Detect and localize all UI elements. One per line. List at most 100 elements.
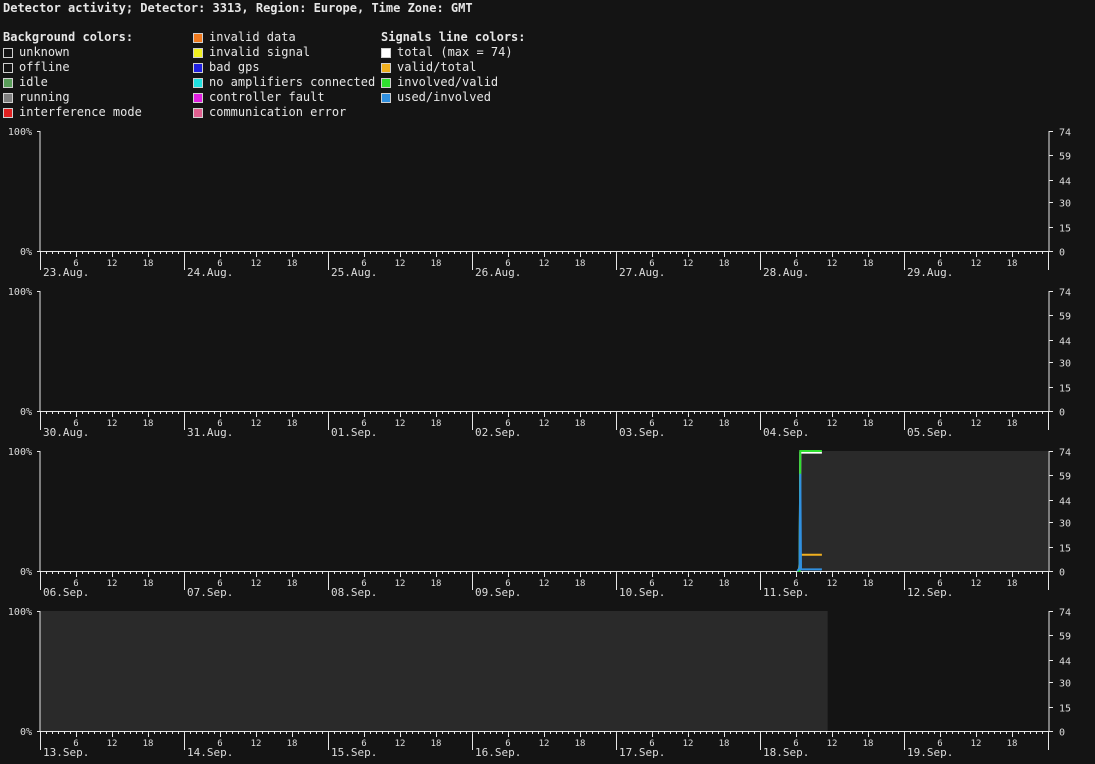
right-axis-label: 15: [1059, 224, 1071, 235]
hour-label: 12: [683, 419, 694, 429]
day-label: 01.Sep.: [331, 426, 377, 439]
hour-label: 12: [107, 419, 118, 429]
hour-label: 12: [251, 739, 262, 749]
right-axis-label: 30: [1059, 359, 1071, 370]
hour-label: 12: [971, 259, 982, 269]
hour-label: 12: [539, 259, 550, 269]
day-label: 23.Aug.: [43, 266, 89, 279]
hour-label: 12: [395, 739, 406, 749]
day-label: 19.Sep.: [907, 746, 953, 759]
hour-label: 12: [683, 739, 694, 749]
hour-label: 12: [107, 259, 118, 269]
right-axis-label: 0: [1059, 248, 1065, 259]
hour-label: 12: [395, 419, 406, 429]
right-axis-label: 0: [1059, 728, 1065, 739]
hour-label: 12: [107, 739, 118, 749]
chart-panel-1: 100%0%745944301506 12 1823.Aug.6 12 1824.Aug…: [8, 127, 1071, 279]
right-axis-label: 74: [1059, 448, 1071, 459]
chart-panel-3: 100%0%745944301506 12 1806.Sep.6 12 1807.Sep…: [8, 447, 1071, 599]
hour-label: 12: [395, 259, 406, 269]
right-axis-label: 59: [1059, 472, 1071, 483]
right-axis-label: 59: [1059, 632, 1071, 643]
right-axis-label: 74: [1059, 128, 1071, 139]
day-label: 14.Sep.: [187, 746, 233, 759]
day-label: 13.Sep.: [43, 746, 89, 759]
right-axis-label: 59: [1059, 312, 1071, 323]
hour-label: 12: [971, 579, 982, 589]
day-label: 02.Sep.: [475, 426, 521, 439]
hour-label: 12: [251, 259, 262, 269]
hour-label: 18: [863, 579, 874, 589]
hour-label: 12: [827, 739, 838, 749]
hour-label: 18: [575, 739, 586, 749]
left-axis-label: 0%: [20, 247, 32, 258]
right-axis-label: 44: [1059, 657, 1071, 668]
day-label: 24.Aug.: [187, 266, 233, 279]
hour-label: 18: [143, 259, 154, 269]
hour-label: 18: [143, 419, 154, 429]
hour-label: 18: [1007, 419, 1018, 429]
hour-label: 18: [863, 739, 874, 749]
day-label: 11.Sep.: [763, 586, 809, 599]
no-data-band: [800, 451, 1048, 571]
right-axis-label: 59: [1059, 152, 1071, 163]
hour-label: 18: [719, 739, 730, 749]
hour-label: 12: [539, 419, 550, 429]
right-axis-label: 0: [1059, 408, 1065, 419]
right-axis-label: 15: [1059, 544, 1071, 555]
day-label: 15.Sep.: [331, 746, 377, 759]
hour-label: 18: [143, 739, 154, 749]
hour-label: 12: [827, 419, 838, 429]
right-axis-label: 44: [1059, 497, 1071, 508]
day-label: 10.Sep.: [619, 586, 665, 599]
hour-label: 18: [287, 579, 298, 589]
day-label: 31.Aug.: [187, 426, 233, 439]
right-axis-label: 0: [1059, 568, 1065, 579]
hour-label: 18: [1007, 579, 1018, 589]
hour-label: 18: [143, 579, 154, 589]
day-label: 09.Sep.: [475, 586, 521, 599]
hour-label: 18: [575, 419, 586, 429]
right-axis-label: 74: [1059, 288, 1071, 299]
right-axis-label: 30: [1059, 679, 1071, 690]
day-label: 06.Sep.: [43, 586, 89, 599]
hour-label: 18: [575, 259, 586, 269]
hour-label: 18: [863, 419, 874, 429]
hour-label: 12: [971, 739, 982, 749]
hour-label: 12: [251, 419, 262, 429]
day-label: 28.Aug.: [763, 266, 809, 279]
hour-label: 12: [395, 579, 406, 589]
day-label: 05.Sep.: [907, 426, 953, 439]
hour-label: 12: [971, 419, 982, 429]
day-label: 29.Aug.: [907, 266, 953, 279]
hour-label: 18: [1007, 259, 1018, 269]
activity-charts: 100%0%745944301506 12 1823.Aug.6 12 1824.Aug…: [8, 127, 1071, 759]
hour-label: 12: [107, 579, 118, 589]
hour-label: 18: [863, 259, 874, 269]
chart-panel-4: 100%0%745944301506 12 1813.Sep.6 12 1814.Sep…: [8, 607, 1071, 759]
right-axis-label: 15: [1059, 384, 1071, 395]
hour-label: 12: [827, 579, 838, 589]
hour-label: 12: [827, 259, 838, 269]
right-axis-label: 44: [1059, 337, 1071, 348]
hour-label: 18: [719, 259, 730, 269]
hour-label: 18: [1007, 739, 1018, 749]
left-axis-label: 100%: [8, 127, 32, 138]
left-axis-label: 100%: [8, 447, 32, 458]
hour-label: 12: [539, 579, 550, 589]
day-label: 04.Sep.: [763, 426, 809, 439]
hour-label: 18: [719, 419, 730, 429]
day-label: 12.Sep.: [907, 586, 953, 599]
right-axis-label: 30: [1059, 199, 1071, 210]
day-label: 17.Sep.: [619, 746, 665, 759]
hour-label: 18: [719, 579, 730, 589]
hour-label: 18: [431, 419, 442, 429]
hour-label: 18: [431, 579, 442, 589]
hour-label: 12: [539, 739, 550, 749]
hour-label: 18: [575, 579, 586, 589]
right-axis-label: 44: [1059, 177, 1071, 188]
hour-label: 18: [287, 259, 298, 269]
day-label: 16.Sep.: [475, 746, 521, 759]
left-axis-label: 0%: [20, 727, 32, 738]
day-label: 07.Sep.: [187, 586, 233, 599]
